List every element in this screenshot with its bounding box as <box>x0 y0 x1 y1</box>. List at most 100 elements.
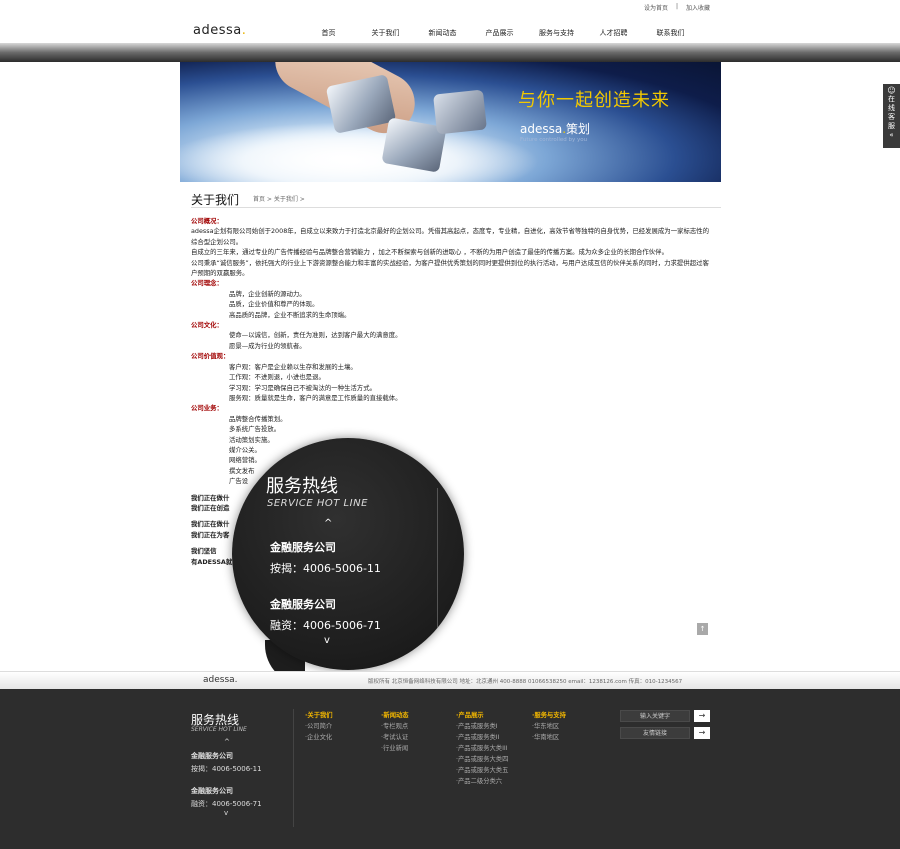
footer-link[interactable]: ·产品或服务大类III <box>456 743 508 754</box>
idea-line: 高品质的品牌，企业不断追求的生命顶端。 <box>229 310 351 319</box>
footer-link[interactable]: ·公司简介 <box>305 721 333 732</box>
footer-phone-1: 按揭：4006-5006-11 <box>191 765 262 773</box>
nav-home[interactable]: 首页 <box>300 28 357 38</box>
business-line: 活动策划实施。 <box>229 435 274 444</box>
business-line: 网络营销。 <box>229 456 261 465</box>
hero-banner: 与你一起创造未来 adessa.策划 Future controlled by … <box>180 62 721 182</box>
footer-col-products: ·产品展示 ·产品或服务类I ·产品或服务类II ·产品或服务大类III ·产品… <box>456 710 508 787</box>
bubble-company-1: 金融服务公司 <box>270 541 336 554</box>
page-title: 关于我们 <box>191 193 240 207</box>
value-line: 客户观：客户是企业赖以生存和发展的土壤。 <box>229 362 357 371</box>
page: 设为首页 | 加入收藏 adessa. 首页 关于我们 新闻动态 产品展示 服务… <box>0 0 900 849</box>
footer-col-news: ·新闻动态 ·专栏观点 ·考试认证 ·行业新闻 <box>381 710 409 754</box>
bubble-up-arrow-icon[interactable]: ^ <box>324 518 332 529</box>
bubble-divider <box>437 488 438 628</box>
value-line: 服务观：质量就是生命，客户的满意是工作质量的直接载体。 <box>229 393 402 402</box>
divider: | <box>675 3 678 10</box>
footer-col-title[interactable]: ·服务与支持 <box>532 710 566 721</box>
footer-divider <box>293 709 294 827</box>
top-links: 设为首页 | 加入收藏 <box>644 3 710 12</box>
copyright-text: 版权所有 北京恒备网络科技有限公司 地址：北京通州 400-8888 01066… <box>368 679 683 685</box>
nav-gradient-bar <box>0 43 900 62</box>
online-service-label: 在线客服 <box>888 95 895 130</box>
footer-link[interactable]: ·产品或服务大类四 <box>456 754 508 765</box>
value-line: 工作观：不进则退，小进也是退。 <box>229 373 325 382</box>
nav-service[interactable]: 服务与支持 <box>528 28 585 38</box>
footer-link[interactable]: ·企业文化 <box>305 732 333 743</box>
idea-line: 品质，企业价值和尊严的体现。 <box>229 300 319 309</box>
online-service-tab[interactable]: ☺ 在线客服 « <box>883 84 900 148</box>
footer-link[interactable]: ·考试认证 <box>381 732 409 743</box>
bubble-company-2: 金融服务公司 <box>270 598 336 611</box>
main-nav: 首页 关于我们 新闻动态 产品展示 服务与支持 人才招聘 联系我们 <box>300 28 699 38</box>
friend-links-button[interactable]: 友情链接 <box>620 727 690 739</box>
bubble-title: 服务热线 <box>266 476 338 497</box>
overview-paragraph: 自成立的三年来，通过专业的广告传播经验与品牌整合营销能力 ，加之不断探索与创新的… <box>191 248 668 257</box>
nav-contact[interactable]: 联系我们 <box>642 28 699 38</box>
footer-hotline-en: SERVICE HOT LINE <box>191 726 247 733</box>
footer-logo: adessa. <box>203 675 238 685</box>
footer-link[interactable]: ·产品或服务类I <box>456 721 508 732</box>
logo-text: adessa <box>193 23 242 38</box>
dark-footer: 服务热线 SERVICE HOT LINE ^ 金融服务公司 按揭：4006-5… <box>0 689 900 849</box>
puzzle-piece-image <box>433 89 487 135</box>
person-icon: ☺ <box>887 86 896 95</box>
bubble-down-arrow-icon[interactable]: v <box>324 635 330 646</box>
nav-products[interactable]: 产品展示 <box>471 28 528 38</box>
set-homepage-link[interactable]: 设为首页 <box>644 3 668 12</box>
footer-company-2: 金融服务公司 <box>191 787 233 795</box>
banner-slogan: 与你一起创造未来 <box>518 90 670 111</box>
overview-paragraph: adessa企划有限公司始创于2008年，自成立以来致力于打造北京最好的企划公司… <box>191 227 710 246</box>
friend-links-arrow-icon[interactable]: → <box>694 727 710 739</box>
back-to-top-button[interactable]: ↑ <box>697 623 708 635</box>
footer-company-1: 金融服务公司 <box>191 752 233 760</box>
footer-col-title[interactable]: ·新闻动态 <box>381 710 409 721</box>
footer-link[interactable]: ·华南地区 <box>532 732 566 743</box>
overview-paragraph: 公司秉承“诚信服务”，依托强大的行业上下游资源整合能力和丰富的实战经验，为客户提… <box>191 258 709 278</box>
breadcrumb[interactable]: 首页 > 关于我们 > <box>253 194 305 203</box>
footer-col-service: ·服务与支持 ·华东地区 ·华南地区 <box>532 710 566 743</box>
footer-down-arrow-icon[interactable]: v <box>224 809 228 817</box>
bubble-phone-1: 按揭：4006-5006-11 <box>270 562 381 575</box>
footer-link[interactable]: ·专栏观点 <box>381 721 409 732</box>
culture-line: 愿景—成为行业的领航者。 <box>229 341 306 350</box>
footer-link[interactable]: ·产品二级分类六 <box>456 776 508 787</box>
value-line: 学习观：学习是确保自己不被淘汰的一种生活方式。 <box>229 383 376 392</box>
value-title: 公司价值观： <box>191 352 230 361</box>
add-favorite-link[interactable]: 加入收藏 <box>686 3 710 12</box>
business-title: 公司业务： <box>191 404 223 413</box>
business-line: 媒介公关。 <box>229 445 261 454</box>
footer-strip: adessa. 版权所有 北京恒备网络科技有限公司 地址：北京通州 400-88… <box>0 671 900 689</box>
logo-dot: . <box>241 23 247 38</box>
footer-phone-2: 融资：4006-5006-71 <box>191 800 262 808</box>
nav-jobs[interactable]: 人才招聘 <box>585 28 642 38</box>
overview-title: 公司概况： <box>191 217 223 225</box>
footer-col-title[interactable]: ·产品展示 <box>456 710 508 721</box>
footer-col-about: ·关于我们 ·公司简介 ·企业文化 <box>305 710 333 743</box>
bubble-phone-2: 融资：4006-5006-71 <box>270 619 381 632</box>
footer-link[interactable]: ·华东地区 <box>532 721 566 732</box>
keyword-button[interactable]: 输入关键字 <box>620 710 690 722</box>
banner-subtitle: Future controlled by you <box>520 137 588 143</box>
banner-clouds <box>180 122 540 182</box>
site-logo[interactable]: adessa. <box>193 23 246 38</box>
footer-up-arrow-icon[interactable]: ^ <box>224 738 230 746</box>
idea-title: 公司理念： <box>191 279 223 288</box>
culture-line: 使命—以诚信，创新，责任为准则，达到客户最大的满意度。 <box>229 331 402 340</box>
footer-link[interactable]: ·行业新闻 <box>381 743 409 754</box>
bubble-title-en: SERVICE HOT LINE <box>267 498 368 509</box>
collapse-icon: « <box>889 131 894 139</box>
keyword-arrow-icon[interactable]: → <box>694 710 710 722</box>
idea-line: 品牌，企业创新的源动力。 <box>229 289 306 298</box>
business-line: 品牌整合传播策划。 <box>229 414 287 423</box>
footer-link[interactable]: ·产品或服务类II <box>456 732 508 743</box>
nav-news[interactable]: 新闻动态 <box>414 28 471 38</box>
footer-link[interactable]: ·产品或服务大类五 <box>456 765 508 776</box>
section-heading: 关于我们 首页 > 关于我们 > <box>191 189 721 208</box>
banner-brand: adessa.策划 <box>520 122 591 136</box>
hotline-bubble: 服务热线 SERVICE HOT LINE ^ 金融服务公司 按揭：4006-5… <box>232 438 464 670</box>
footer-col-title[interactable]: ·关于我们 <box>305 710 333 721</box>
nav-about[interactable]: 关于我们 <box>357 28 414 38</box>
culture-title: 公司文化： <box>191 321 223 330</box>
business-line: 多系统广告投放。 <box>229 425 281 434</box>
